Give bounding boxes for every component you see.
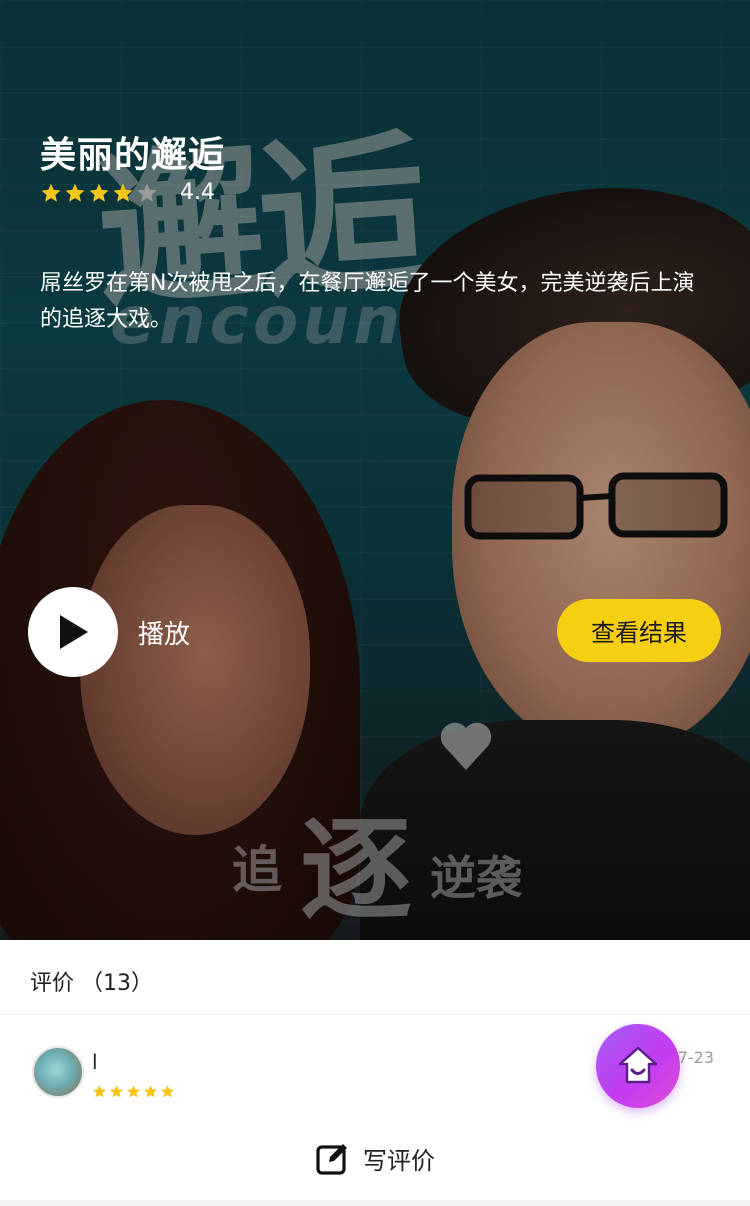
home-button[interactable] xyxy=(596,1024,680,1108)
bottom-safe-area xyxy=(0,1200,750,1206)
play-button[interactable] xyxy=(28,587,118,677)
star-icon xyxy=(113,183,133,202)
rating-value: 4.4 xyxy=(180,180,215,205)
home-icon xyxy=(618,1046,658,1084)
rating-stars xyxy=(40,182,158,204)
reviews-count-label: 评价 （13） xyxy=(30,971,153,996)
star-icon xyxy=(127,1085,140,1098)
star-icon xyxy=(161,1085,174,1098)
rating-row: 4.4 xyxy=(40,180,215,205)
movie-title: 美丽的邂逅 xyxy=(40,135,226,176)
star-icon xyxy=(93,1085,106,1098)
write-review-button[interactable]: 写评价 xyxy=(0,1126,750,1190)
avatar[interactable] xyxy=(32,1046,84,1098)
poster-hero: 邂逅 encounter 追 逐 逆袭 美丽的邂逅 4.4 屌丝罗在第N次被甩之… xyxy=(0,0,750,940)
movie-synopsis: 屌丝罗在第N次被甩之后，在餐厅邂逅了一个美女，完美逆袭后上演的追逐大戏。 xyxy=(40,271,695,332)
star-icon xyxy=(110,1085,123,1098)
review-stars xyxy=(92,1084,175,1099)
play-icon xyxy=(60,615,88,649)
write-review-label: 写评价 xyxy=(363,1146,435,1175)
reviewer-name: l xyxy=(92,1050,98,1074)
review-date: 7-23 xyxy=(677,1048,714,1067)
star-icon xyxy=(89,183,109,202)
view-result-button[interactable]: 查看结果 xyxy=(557,599,721,662)
play-label[interactable]: 播放 xyxy=(138,614,190,651)
star-icon xyxy=(144,1085,157,1098)
star-icon xyxy=(41,183,61,202)
edit-icon xyxy=(316,1144,347,1175)
star-icon xyxy=(65,183,85,202)
reviews-header: 评价 （13） xyxy=(0,945,750,1015)
star-icon xyxy=(137,183,157,202)
